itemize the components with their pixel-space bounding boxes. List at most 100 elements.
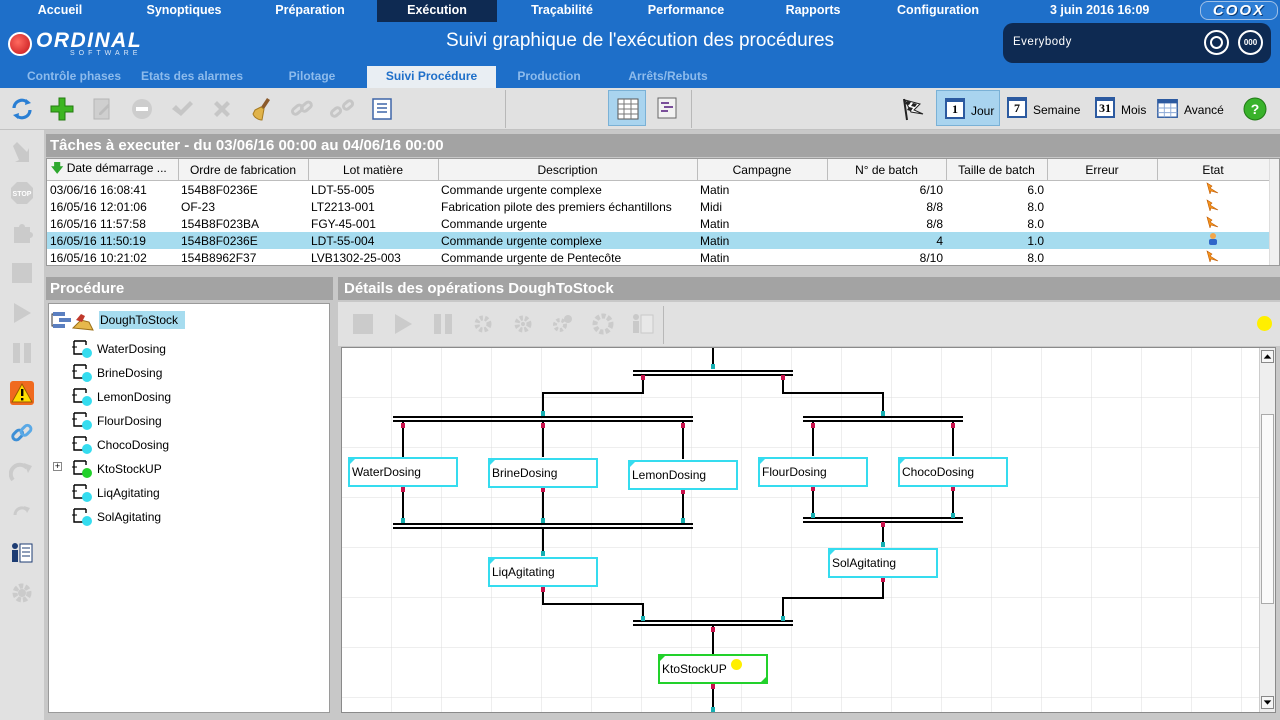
- op-chocodosing[interactable]: ChocoDosing: [898, 457, 1008, 487]
- op-ktostockup[interactable]: KtoStockUP: [658, 654, 768, 684]
- link-operation-button[interactable]: [9, 420, 35, 446]
- nav-execution[interactable]: Exécution: [377, 0, 497, 22]
- view-advanced-button[interactable]: Avancé: [1154, 90, 1228, 126]
- col-date-demarrage[interactable]: 🡇 Date démarrage ...: [47, 159, 179, 181]
- op-lemondosing[interactable]: LemonDosing: [628, 460, 738, 490]
- tree-item-brinedosing[interactable]: BrineDosing: [97, 364, 162, 382]
- col-ordre-fabrication[interactable]: Ordre de fabrication: [178, 159, 309, 181]
- col-lot-matiere[interactable]: Lot matière: [308, 159, 439, 181]
- page-title: Suivi graphique de l'exécution des procé…: [445, 30, 835, 51]
- op-brinedosing[interactable]: BrineDosing: [488, 458, 598, 488]
- expand-plus-icon[interactable]: +: [53, 462, 62, 471]
- col-description[interactable]: Description: [438, 159, 698, 181]
- nav-configuration[interactable]: Configuration: [886, 0, 990, 22]
- puzzle-button[interactable]: [9, 220, 35, 246]
- tab-arrets-rebuts[interactable]: Arrêts/Rebuts: [620, 66, 716, 88]
- play-button[interactable]: [9, 300, 35, 326]
- tree-item-solagitating[interactable]: SolAgitating: [97, 508, 161, 526]
- gantt-view-button[interactable]: [648, 90, 686, 126]
- op-liqagitating[interactable]: LiqAgitating: [488, 557, 598, 587]
- op-flourdosing[interactable]: FlourDosing: [758, 457, 868, 487]
- table-row[interactable]: 16/05/16 10:21:02 154B8962F37 LVB1302-25-0…: [47, 249, 1269, 266]
- view-advanced-label: Avancé: [1184, 103, 1224, 117]
- table-row[interactable]: 16/05/16 11:50:19 154B8F0236E LDT-55-004 Co…: [47, 232, 1269, 249]
- pause-button[interactable]: [9, 340, 35, 366]
- user-name[interactable]: Everybody: [1013, 36, 1072, 48]
- minus-circle-icon: [132, 99, 152, 119]
- refresh-button[interactable]: [9, 96, 35, 122]
- scroll-thumb[interactable]: [1261, 414, 1274, 604]
- details-toolbar: [338, 302, 1280, 346]
- redo-button[interactable]: [8, 460, 35, 486]
- op-operator-icon[interactable]: [631, 312, 655, 336]
- col-etat[interactable]: Etat: [1157, 159, 1270, 181]
- cell-batch: 8/8: [926, 216, 943, 231]
- op-gear-small-icon[interactable]: [471, 312, 495, 336]
- user-status-button[interactable]: [1204, 30, 1229, 55]
- tab-suivi-procedure[interactable]: Suivi Procédure: [367, 66, 496, 88]
- stop-sign-button[interactable]: STOP: [9, 180, 35, 206]
- op-stop-icon[interactable]: [351, 312, 375, 336]
- clean-button[interactable]: [249, 96, 275, 122]
- operator-button[interactable]: [9, 540, 35, 566]
- op-gears-icon[interactable]: [551, 312, 575, 336]
- op-play-icon[interactable]: [391, 312, 415, 336]
- nav-preparation[interactable]: Préparation: [264, 0, 356, 22]
- col-erreur[interactable]: Erreur: [1047, 159, 1158, 181]
- edit-button[interactable]: [89, 96, 115, 122]
- table-row[interactable]: 16/05/16 11:57:58 154B8F023BA FGY-45-001 Co…: [47, 215, 1269, 232]
- op-pause-icon[interactable]: [431, 312, 455, 336]
- op-solagitating[interactable]: SolAgitating: [828, 548, 938, 578]
- table-row[interactable]: 16/05/16 12:01:06 OF-23 LT2213-001 Fabricat…: [47, 198, 1269, 215]
- settings-button[interactable]: [9, 580, 35, 606]
- view-week-button[interactable]: 7 Semaine: [1002, 90, 1086, 126]
- tree-root-doughtostock[interactable]: DoughToStock: [99, 311, 185, 329]
- validate-button[interactable]: [169, 96, 195, 122]
- tab-production[interactable]: Production: [506, 66, 592, 88]
- op-gear-icon[interactable]: [511, 312, 535, 336]
- counter-button[interactable]: 000: [1238, 30, 1263, 55]
- details-panel-title: Détails des opérations DoughToStock: [338, 277, 1280, 300]
- nav-synoptiques[interactable]: Synoptiques: [136, 0, 232, 22]
- remove-button[interactable]: [129, 96, 155, 122]
- col-taille-batch[interactable]: Taille de batch: [946, 159, 1048, 181]
- tree-item-lemondosing[interactable]: LemonDosing: [97, 388, 171, 406]
- col-campagne[interactable]: Campagne: [697, 159, 828, 181]
- nav-performance[interactable]: Performance: [636, 0, 736, 22]
- view-day-button[interactable]: 1 Jour: [936, 90, 1000, 126]
- tab-controle-phases[interactable]: Contrôle phases: [20, 66, 128, 88]
- view-month-button[interactable]: 31 Mois: [1090, 90, 1152, 126]
- table-row[interactable]: 03/06/16 16:08:41 154B8F0236E LDT-55-005 Co…: [47, 181, 1269, 199]
- nav-rapports[interactable]: Rapports: [770, 0, 856, 22]
- col-num-batch[interactable]: N° de batch: [827, 159, 947, 181]
- tree-item-waterdosing[interactable]: WaterDosing: [97, 340, 166, 358]
- op-label: FlourDosing: [762, 465, 827, 479]
- tree-item-ktostockup[interactable]: KtoStockUP: [97, 460, 162, 478]
- report-button[interactable]: [369, 96, 395, 122]
- tree-item-chocodosing[interactable]: ChocoDosing: [97, 436, 169, 454]
- finish-flag-button[interactable]: [900, 96, 926, 122]
- retry-button[interactable]: [9, 500, 35, 526]
- diagram-scrollbar[interactable]: [1259, 348, 1275, 712]
- add-button[interactable]: [49, 96, 75, 122]
- help-button[interactable]: ?: [1242, 96, 1268, 122]
- alarm-warning-button[interactable]: [9, 380, 35, 406]
- tasks-scrollbar[interactable]: [1269, 159, 1279, 265]
- tree-item-flourdosing[interactable]: FlourDosing: [97, 412, 162, 430]
- forward-arrow-button[interactable]: [9, 140, 35, 166]
- cancel-button[interactable]: [209, 96, 235, 122]
- scroll-down-arrow-icon[interactable]: [1261, 696, 1274, 709]
- nav-tracabilite[interactable]: Traçabilité: [518, 0, 606, 22]
- table-view-button[interactable]: [608, 90, 646, 126]
- stop-button[interactable]: [9, 260, 35, 286]
- nav-accueil[interactable]: Accueil: [18, 0, 102, 22]
- scroll-up-arrow-icon[interactable]: [1261, 350, 1274, 363]
- tab-pilotage[interactable]: Pilotage: [270, 66, 354, 88]
- op-settings-icon[interactable]: [591, 312, 615, 336]
- link-button[interactable]: [289, 96, 315, 122]
- tree-item-liqagitating[interactable]: LiqAgitating: [97, 484, 160, 502]
- op-waterdosing[interactable]: WaterDosing: [348, 457, 458, 487]
- unlink-button[interactable]: [329, 96, 355, 122]
- cell-erreur: [1047, 232, 1157, 249]
- tab-etats-alarmes[interactable]: Etats des alarmes: [132, 66, 252, 88]
